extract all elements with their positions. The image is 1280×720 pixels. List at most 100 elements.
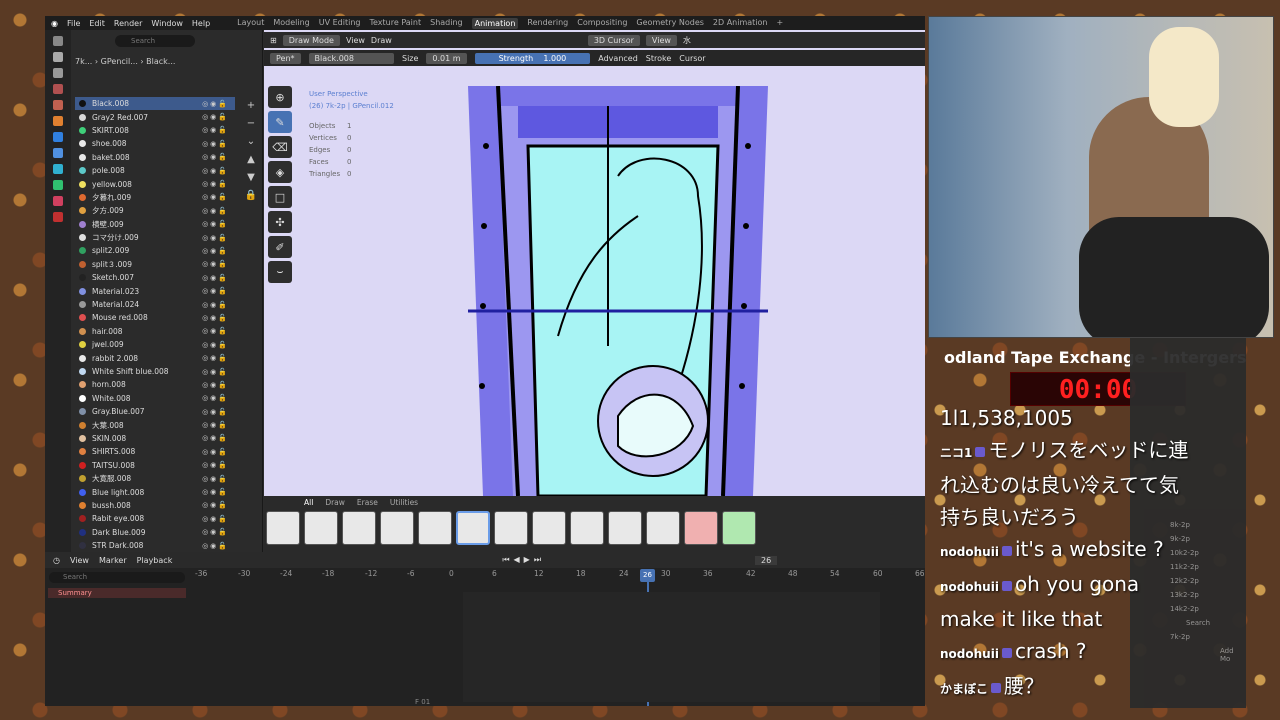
cursor-tool-icon[interactable]: ⊕ bbox=[268, 86, 292, 108]
material-icon[interactable] bbox=[53, 196, 63, 206]
visibility-lock-icons[interactable]: ◎◉🔓 bbox=[202, 368, 229, 376]
water-kanji-icon[interactable]: 水 bbox=[683, 35, 691, 46]
breadcrumb-item[interactable]: 7k... bbox=[75, 57, 92, 66]
object-data-icon[interactable] bbox=[53, 180, 63, 190]
output-icon[interactable] bbox=[53, 68, 63, 78]
tab-shading[interactable]: Shading bbox=[430, 18, 463, 29]
lock-icon[interactable]: 🔒 bbox=[241, 187, 261, 205]
blender-logo-icon[interactable]: ◉ bbox=[51, 19, 58, 28]
eyedropper-tool-icon[interactable]: ✐ bbox=[268, 236, 292, 258]
brush-thumbnail[interactable] bbox=[266, 511, 300, 545]
material-slot-item[interactable]: split2.009 ◎◉🔓 bbox=[75, 244, 235, 257]
material-slot-item[interactable]: Dark Blue.009 ◎◉🔓 bbox=[75, 526, 235, 539]
tab-geometry-nodes[interactable]: Geometry Nodes bbox=[636, 18, 703, 29]
modifier-icon[interactable] bbox=[53, 132, 63, 142]
view-layer-icon[interactable] bbox=[53, 84, 63, 94]
add-material-icon[interactable]: + bbox=[241, 97, 261, 115]
current-frame-field[interactable]: 26 bbox=[755, 555, 778, 565]
breadcrumb-item[interactable]: GPencil... bbox=[101, 57, 138, 66]
visibility-lock-icons[interactable]: ◎◉🔓 bbox=[202, 394, 229, 402]
material-slot-item[interactable]: SHIRTS.008 ◎◉🔓 bbox=[75, 445, 235, 458]
shelf-tab-all[interactable]: All bbox=[304, 498, 313, 507]
visibility-lock-icons[interactable]: ◎◉🔓 bbox=[202, 542, 229, 550]
editor-type-icon[interactable]: ⊞ bbox=[270, 36, 277, 45]
visibility-lock-icons[interactable]: ◎◉🔓 bbox=[202, 180, 229, 188]
tab-modeling[interactable]: Modeling bbox=[273, 18, 309, 29]
visibility-lock-icons[interactable]: ◎◉🔓 bbox=[202, 314, 229, 322]
material-slot-item[interactable]: TAITSU.008 ◎◉🔓 bbox=[75, 459, 235, 472]
tab-uv-editing[interactable]: UV Editing bbox=[319, 18, 361, 29]
material-slot-item[interactable]: Rabit eye.008 ◎◉🔓 bbox=[75, 512, 235, 525]
menu-edit[interactable]: Edit bbox=[89, 19, 105, 28]
tab-animation[interactable]: Animation bbox=[471, 17, 519, 29]
material-slot-item[interactable]: yellow.008 ◎◉🔓 bbox=[75, 177, 235, 190]
brush-thumbnail[interactable] bbox=[494, 511, 528, 545]
material-slot-item[interactable]: 横壁.009 ◎◉🔓 bbox=[75, 218, 235, 231]
move-up-icon[interactable]: ▲ bbox=[241, 151, 261, 169]
visibility-lock-icons[interactable]: ◎◉🔓 bbox=[202, 113, 229, 121]
menu-view[interactable]: View bbox=[70, 556, 89, 565]
material-slot-item[interactable]: コマ分け.009 ◎◉🔓 bbox=[75, 231, 235, 244]
menu-render[interactable]: Render bbox=[114, 19, 142, 28]
menu-window[interactable]: Window bbox=[151, 19, 183, 28]
view-dropdown[interactable]: View bbox=[645, 34, 677, 46]
physics-icon[interactable] bbox=[53, 164, 63, 174]
material-dropdown[interactable]: Black.008 bbox=[308, 52, 394, 64]
remove-material-icon[interactable]: − bbox=[241, 115, 261, 133]
material-slot-item[interactable]: Sketch.007 ◎◉🔓 bbox=[75, 271, 235, 284]
menu-help[interactable]: Help bbox=[192, 19, 210, 28]
shelf-tab-utilities[interactable]: Utilities bbox=[390, 498, 418, 507]
visibility-lock-icons[interactable]: ◎◉🔓 bbox=[202, 260, 229, 268]
draw-tool-icon[interactable]: ✎ bbox=[268, 111, 292, 133]
material-slot-item[interactable]: shoe.008 ◎◉🔓 bbox=[75, 137, 235, 150]
material-slot-item[interactable]: Gray.Blue.007 ◎◉🔓 bbox=[75, 405, 235, 418]
visibility-lock-icons[interactable]: ◎◉🔓 bbox=[202, 153, 229, 161]
properties-search-input[interactable]: Search bbox=[115, 35, 195, 47]
visibility-lock-icons[interactable]: ◎◉🔓 bbox=[202, 354, 229, 362]
visibility-lock-icons[interactable]: ◎◉🔓 bbox=[202, 501, 229, 509]
visibility-lock-icons[interactable]: ◎◉🔓 bbox=[202, 207, 229, 215]
visibility-lock-icons[interactable]: ◎◉🔓 bbox=[202, 234, 229, 242]
visibility-lock-icons[interactable]: ◎◉🔓 bbox=[202, 274, 229, 282]
brush-thumbnail[interactable] bbox=[646, 511, 680, 545]
visibility-lock-icons[interactable]: ◎◉🔓 bbox=[202, 140, 229, 148]
visibility-lock-icons[interactable]: ◎◉🔓 bbox=[202, 247, 229, 255]
visibility-lock-icons[interactable]: ◎◉🔓 bbox=[202, 301, 229, 309]
visibility-lock-icons[interactable]: ◎◉🔓 bbox=[202, 408, 229, 416]
render-icon[interactable] bbox=[53, 52, 63, 62]
brush-dropdown[interactable]: Pen* bbox=[270, 52, 301, 64]
brush-thumbnail[interactable] bbox=[684, 511, 718, 545]
timeline-search-input[interactable]: Search bbox=[49, 572, 185, 583]
material-slot-item[interactable]: Black.008 ◎◉🔓 bbox=[75, 97, 235, 111]
visibility-lock-icons[interactable]: ◎◉🔓 bbox=[202, 488, 229, 496]
visibility-lock-icons[interactable]: ◎◉🔓 bbox=[202, 167, 229, 175]
summary-channel[interactable]: Summary bbox=[48, 588, 186, 598]
brush-thumbnail[interactable] bbox=[532, 511, 566, 545]
tab-layout[interactable]: Layout bbox=[237, 18, 264, 29]
material-slot-item[interactable]: Gray2 Red.007 ◎◉🔓 bbox=[75, 110, 235, 123]
tab-2d-animation[interactable]: 2D Animation bbox=[713, 18, 768, 29]
visibility-lock-icons[interactable]: ◎◉🔓 bbox=[202, 434, 229, 442]
tab-texture-paint[interactable]: Texture Paint bbox=[369, 18, 421, 29]
brush-thumbnail[interactable] bbox=[722, 511, 756, 545]
material-slot-item[interactable]: bussh.008 ◎◉🔓 bbox=[75, 499, 235, 512]
material-slot-item[interactable]: rabbit 2.008 ◎◉🔓 bbox=[75, 351, 235, 364]
material-slot-item[interactable]: horn.008 ◎◉🔓 bbox=[75, 378, 235, 391]
visibility-lock-icons[interactable]: ◎◉🔓 bbox=[202, 193, 229, 201]
frame-ruler[interactable]: -36 -30 -24 -18 -12 -6 0 6 12 18 24 30 36 42 48 54 60 66 bbox=[195, 569, 925, 583]
visibility-lock-icons[interactable]: ◎◉🔓 bbox=[202, 421, 229, 429]
material-slot-item[interactable]: jwel.009 ◎◉🔓 bbox=[75, 338, 235, 351]
material-slot-item[interactable]: SKIRT.008 ◎◉🔓 bbox=[75, 124, 235, 137]
material-slot-item[interactable]: split３.009 ◎◉🔓 bbox=[75, 258, 235, 271]
menu-view[interactable]: View bbox=[346, 36, 365, 45]
menu-advanced[interactable]: Advanced bbox=[598, 54, 638, 63]
visibility-lock-icons[interactable]: ◎◉🔓 bbox=[202, 220, 229, 228]
effects-icon[interactable] bbox=[53, 148, 63, 158]
visibility-lock-icons[interactable]: ◎◉🔓 bbox=[202, 475, 229, 483]
tool-icon[interactable] bbox=[53, 36, 63, 46]
brush-thumbnail[interactable] bbox=[456, 511, 490, 545]
material-slot-item[interactable]: White.008 ◎◉🔓 bbox=[75, 392, 235, 405]
playhead-frame-badge[interactable]: 26 bbox=[640, 569, 655, 582]
curve-tool-icon[interactable]: ⌣ bbox=[268, 261, 292, 283]
tab-compositing[interactable]: Compositing bbox=[577, 18, 627, 29]
